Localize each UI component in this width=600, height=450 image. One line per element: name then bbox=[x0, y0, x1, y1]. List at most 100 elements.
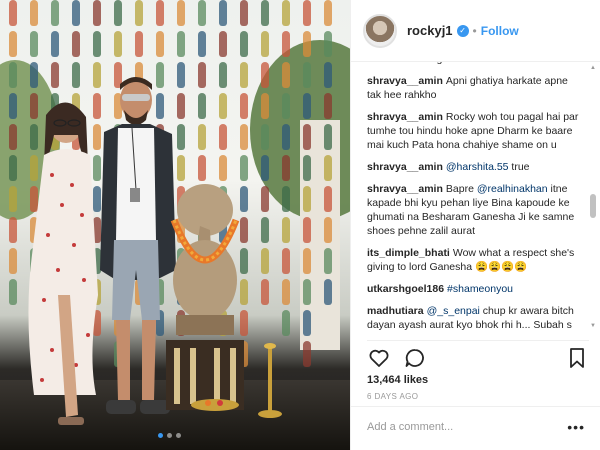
comments-list[interactable]: nahi hota. You get well soon. shravya__am… bbox=[351, 62, 600, 332]
verified-check-icon: ✓ bbox=[456, 24, 469, 37]
comment-username[interactable]: its_dimple_bhati bbox=[367, 247, 450, 259]
glass-bottle bbox=[72, 31, 80, 57]
glass-bottle bbox=[324, 93, 332, 119]
comment-item: utkarshgoel186 #shameonyou bbox=[367, 282, 583, 296]
comment-username[interactable]: shravya__amin bbox=[367, 111, 443, 123]
glass-bottle bbox=[198, 31, 206, 57]
glass-bottle bbox=[324, 217, 332, 243]
comment-item: its_dimple_bhati Wow what a respect she's… bbox=[367, 246, 583, 274]
glass-bottle bbox=[240, 0, 248, 26]
avatar[interactable] bbox=[363, 13, 397, 48]
ganesha-statue bbox=[166, 184, 244, 410]
bottle-strand bbox=[260, 0, 270, 310]
glass-bottle bbox=[282, 186, 290, 212]
glass-bottle bbox=[324, 186, 332, 212]
post-header: rockyj1 ✓ • Follow bbox=[351, 0, 600, 62]
glass-bottle bbox=[240, 62, 248, 88]
glass-bottle bbox=[177, 31, 185, 57]
glass-bottle bbox=[282, 31, 290, 57]
scroll-down-arrow-icon[interactable]: ▼ bbox=[589, 322, 597, 330]
glass-bottle bbox=[261, 31, 269, 57]
glass-bottle bbox=[9, 93, 17, 119]
comment-text: nahi hota. You get well soon. bbox=[367, 62, 501, 65]
glass-bottle bbox=[324, 0, 332, 26]
glass-bottle bbox=[219, 31, 227, 57]
scrollbar-thumb[interactable] bbox=[590, 194, 596, 218]
add-comment-bar: ••• bbox=[351, 406, 600, 446]
glass-bottle bbox=[198, 93, 206, 119]
glass-bottle bbox=[219, 62, 227, 88]
comment-text: Bapre bbox=[445, 183, 477, 195]
glass-bottle bbox=[324, 155, 332, 181]
glass-bottle bbox=[219, 124, 227, 150]
glass-bottle bbox=[303, 124, 311, 150]
bottle-strand bbox=[8, 0, 18, 310]
glass-bottle bbox=[282, 62, 290, 88]
comment-item: nahi hota. You get well soon. bbox=[367, 62, 583, 66]
glass-bottle bbox=[30, 31, 38, 57]
bottle-strand bbox=[302, 0, 312, 372]
glass-bottle bbox=[72, 0, 80, 26]
more-options-icon[interactable]: ••• bbox=[567, 419, 585, 435]
comment-item: shravya__amin Bapre @realhinakhan itne ka… bbox=[367, 182, 583, 238]
glass-bottle bbox=[282, 124, 290, 150]
glass-bottle bbox=[156, 0, 164, 26]
glass-bottle bbox=[282, 279, 290, 305]
glass-bottle bbox=[261, 248, 269, 274]
glass-bottle bbox=[219, 155, 227, 181]
glass-bottle bbox=[114, 0, 122, 26]
carousel-indicator bbox=[158, 433, 181, 438]
separator: • bbox=[472, 23, 477, 38]
comment-mention-link[interactable]: #shameonyou bbox=[447, 283, 513, 295]
bottle-strand bbox=[323, 0, 333, 310]
scroll-up-arrow-icon[interactable]: ▲ bbox=[589, 64, 597, 72]
glass-bottle bbox=[177, 0, 185, 26]
comment-mention-link[interactable]: @harshita.55 bbox=[446, 161, 509, 173]
comment-username[interactable]: shravya__amin bbox=[367, 75, 443, 87]
follow-button[interactable]: Follow bbox=[481, 24, 519, 38]
glass-bottle bbox=[303, 341, 311, 367]
glass-bottle bbox=[282, 248, 290, 274]
glass-bottle bbox=[303, 62, 311, 88]
glass-bottle bbox=[240, 93, 248, 119]
heart-icon[interactable] bbox=[367, 346, 391, 370]
comment-username[interactable]: shravya__amin bbox=[367, 183, 443, 195]
comment-icon[interactable] bbox=[403, 346, 427, 370]
username[interactable]: rockyj1 bbox=[407, 23, 453, 38]
post-timestamp: 6 DAYS AGO bbox=[367, 392, 419, 401]
bookmark-icon[interactable] bbox=[565, 346, 589, 370]
glass-bottle bbox=[9, 0, 17, 26]
glass-bottle bbox=[9, 279, 17, 305]
glass-bottle bbox=[114, 31, 122, 57]
glass-bottle bbox=[282, 155, 290, 181]
glass-bottle bbox=[282, 93, 290, 119]
pooja-plate bbox=[191, 399, 239, 411]
comment-username[interactable]: utkarshgoel186 bbox=[367, 283, 444, 295]
glass-bottle bbox=[261, 62, 269, 88]
glass-bottle bbox=[219, 0, 227, 26]
likes-count[interactable]: 13,464 likes bbox=[367, 374, 428, 386]
comments-scrollbar[interactable]: ▲ ▼ bbox=[589, 64, 597, 330]
glass-bottle bbox=[93, 0, 101, 26]
glass-bottle bbox=[303, 0, 311, 26]
glass-bottle bbox=[282, 310, 290, 336]
carousel-dot bbox=[176, 433, 181, 438]
add-comment-input[interactable] bbox=[367, 420, 568, 433]
carousel-dot bbox=[158, 433, 163, 438]
comment-username[interactable]: madhutiara bbox=[367, 305, 424, 317]
glass-bottle bbox=[282, 0, 290, 26]
post-side-panel: rockyj1 ✓ • Follow nahi hota. You get we… bbox=[350, 0, 600, 450]
comment-mention-link[interactable]: @realhinakhan bbox=[477, 183, 548, 195]
glass-bottle bbox=[156, 31, 164, 57]
action-bar bbox=[367, 340, 589, 368]
glass-bottle bbox=[198, 124, 206, 150]
comment-text: true bbox=[508, 161, 530, 173]
glass-bottle bbox=[51, 0, 59, 26]
comment-mention-link[interactable]: @_s_enpai bbox=[427, 305, 480, 317]
glass-bottle bbox=[261, 93, 269, 119]
glass-bottle bbox=[303, 248, 311, 274]
glass-bottle bbox=[135, 31, 143, 57]
comment-username[interactable]: shravya__amin bbox=[367, 161, 443, 173]
post-photo[interactable] bbox=[0, 0, 350, 450]
glass-bottle bbox=[9, 155, 17, 181]
